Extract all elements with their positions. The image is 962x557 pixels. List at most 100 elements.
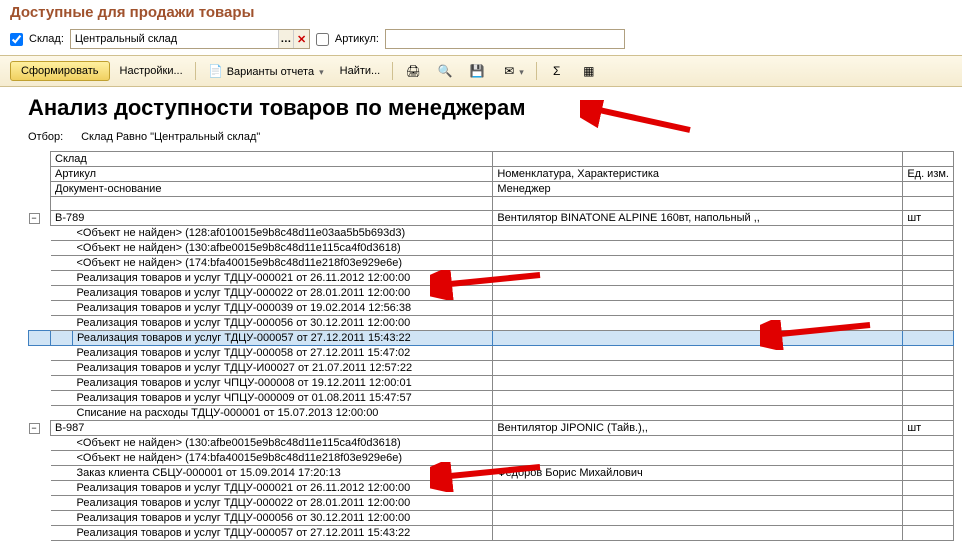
doc-cell[interactable]: Реализация товаров и услуг ТДЦУ-000021 о…	[73, 481, 493, 496]
unit-cell	[903, 331, 954, 346]
preview-button[interactable]: 🔍	[431, 60, 459, 82]
manager-cell	[493, 436, 903, 451]
toolbar: Сформировать Настройки... 📄 Варианты отч…	[0, 55, 962, 87]
doc-cell[interactable]: Заказ клиента СБЦУ-000001 от 15.09.2014 …	[73, 466, 493, 481]
report-filter: Отбор: Склад Равно "Центральный склад"	[28, 131, 954, 143]
unit-cell	[903, 226, 954, 241]
form-button[interactable]: Сформировать	[10, 61, 110, 81]
doc-cell[interactable]: Реализация товаров и услуг ТДЦУ-000039 о…	[73, 301, 493, 316]
unit-cell	[903, 481, 954, 496]
manager-cell	[493, 391, 903, 406]
doc-cell[interactable]: <Объект не найден> (174:bfa40015e9b8c48d…	[73, 451, 493, 466]
group-unit: шт	[903, 421, 954, 436]
sklad-input[interactable]	[71, 30, 278, 48]
preview-icon: 🔍	[437, 63, 453, 79]
manager-cell	[493, 376, 903, 391]
doc-cell[interactable]: <Объект не найден> (128:af010015e9b8c48d…	[73, 226, 493, 241]
manager-cell: Федоров Борис Михайлович	[493, 466, 903, 481]
unit-cell	[903, 391, 954, 406]
unit-cell	[903, 436, 954, 451]
unit-cell	[903, 286, 954, 301]
sum-button[interactable]: Σ	[543, 60, 571, 82]
doc-cell[interactable]: Списание на расходы ТДЦУ-000001 от 15.07…	[73, 406, 493, 421]
group-nom: Вентилятор BINATONE ALPINE 160вт, наполь…	[493, 211, 903, 226]
artikul-checkbox[interactable]	[316, 33, 329, 46]
print-icon: 🖨	[405, 63, 421, 79]
window-title: Доступные для продажи товары	[0, 0, 962, 27]
doc-cell[interactable]: <Объект не найден> (130:afbe0015e9b8c48d…	[73, 241, 493, 256]
sklad-clear-button[interactable]: ✕	[293, 30, 309, 48]
save-icon: 💾	[469, 63, 485, 79]
manager-cell	[493, 346, 903, 361]
manager-cell	[493, 256, 903, 271]
doc-cell[interactable]: Реализация товаров и услуг ТДЦУ-И00027 о…	[73, 361, 493, 376]
unit-cell	[903, 376, 954, 391]
separator	[536, 62, 537, 80]
manager-cell	[493, 286, 903, 301]
email-icon: ✉	[501, 63, 517, 79]
doc-cell[interactable]: Реализация товаров и услуг ЧПЦУ-000009 о…	[73, 391, 493, 406]
table-icon: ▦	[581, 63, 597, 79]
unit-cell	[903, 256, 954, 271]
print-button[interactable]: 🖨	[399, 60, 427, 82]
unit-cell	[903, 526, 954, 541]
filter-bar: Склад: … ✕ Артикул:	[0, 27, 962, 55]
doc-cell[interactable]: Реализация товаров и услуг ТДЦУ-000022 о…	[73, 286, 493, 301]
separator	[392, 62, 393, 80]
doc-cell[interactable]: Реализация товаров и услуг ТДЦУ-000056 о…	[73, 511, 493, 526]
manager-cell	[493, 481, 903, 496]
doc-cell[interactable]: Реализация товаров и услуг ТДЦУ-000022 о…	[73, 496, 493, 511]
tree-collapse-button[interactable]: −	[29, 423, 40, 434]
report-grid[interactable]: Склад АртикулНоменклатура, Характеристик…	[28, 151, 954, 541]
filter-label: Отбор:	[28, 131, 78, 143]
manager-cell	[493, 496, 903, 511]
unit-cell	[903, 466, 954, 481]
artikul-label: Артикул:	[335, 33, 379, 45]
header-empty2	[903, 152, 954, 167]
manager-cell	[493, 451, 903, 466]
artikul-input-wrap	[385, 29, 625, 49]
unit-cell	[903, 271, 954, 286]
sklad-checkbox[interactable]	[10, 33, 23, 46]
unit-cell	[903, 496, 954, 511]
manager-cell	[493, 301, 903, 316]
email-button[interactable]: ✉	[495, 60, 530, 82]
doc-cell[interactable]: Реализация товаров и услуг ЧПЦУ-000008 о…	[73, 376, 493, 391]
doc-cell[interactable]: Реализация товаров и услуг ТДЦУ-000057 о…	[73, 526, 493, 541]
manager-cell	[493, 316, 903, 331]
manager-cell	[493, 361, 903, 376]
unit-cell	[903, 241, 954, 256]
save-button[interactable]: 💾	[463, 60, 491, 82]
doc-cell[interactable]: Реализация товаров и услуг ТДЦУ-000021 о…	[73, 271, 493, 286]
group-nom: Вентилятор JIPONIC (Тайв.),,	[493, 421, 903, 436]
sklad-ellipsis-button[interactable]: …	[278, 30, 294, 48]
variants-icon: 📄	[208, 63, 224, 79]
doc-cell[interactable]: <Объект не найден> (174:bfa40015e9b8c48d…	[73, 256, 493, 271]
doc-cell[interactable]: Реализация товаров и услуг ТДЦУ-000057 о…	[73, 331, 493, 346]
unit-cell	[903, 346, 954, 361]
table-button[interactable]: ▦	[575, 60, 603, 82]
variants-label: Варианты отчета	[227, 66, 314, 78]
unit-cell	[903, 511, 954, 526]
header-doc: Документ-основание	[51, 182, 493, 197]
sklad-input-wrap: … ✕	[70, 29, 310, 49]
sklad-label: Склад:	[29, 33, 64, 45]
tree-collapse-button[interactable]: −	[29, 213, 40, 224]
report-title: Анализ доступности товаров по менеджерам	[28, 95, 954, 121]
filter-text: Склад Равно "Центральный склад"	[81, 131, 260, 143]
unit-cell	[903, 406, 954, 421]
find-button[interactable]: Найти...	[334, 62, 387, 80]
group-code[interactable]: В-987	[51, 421, 493, 436]
settings-button[interactable]: Настройки...	[114, 62, 189, 80]
group-code[interactable]: В-789	[51, 211, 493, 226]
variants-button[interactable]: 📄 Варианты отчета	[202, 60, 330, 82]
separator	[195, 62, 196, 80]
doc-cell[interactable]: Реализация товаров и услуг ТДЦУ-000058 о…	[73, 346, 493, 361]
doc-cell[interactable]: Реализация товаров и услуг ТДЦУ-000056 о…	[73, 316, 493, 331]
artikul-input[interactable]	[386, 30, 624, 48]
unit-cell	[903, 301, 954, 316]
header-empty	[493, 152, 903, 167]
doc-cell[interactable]: <Объект не найден> (130:afbe0015e9b8c48d…	[73, 436, 493, 451]
manager-cell	[493, 511, 903, 526]
unit-cell	[903, 316, 954, 331]
